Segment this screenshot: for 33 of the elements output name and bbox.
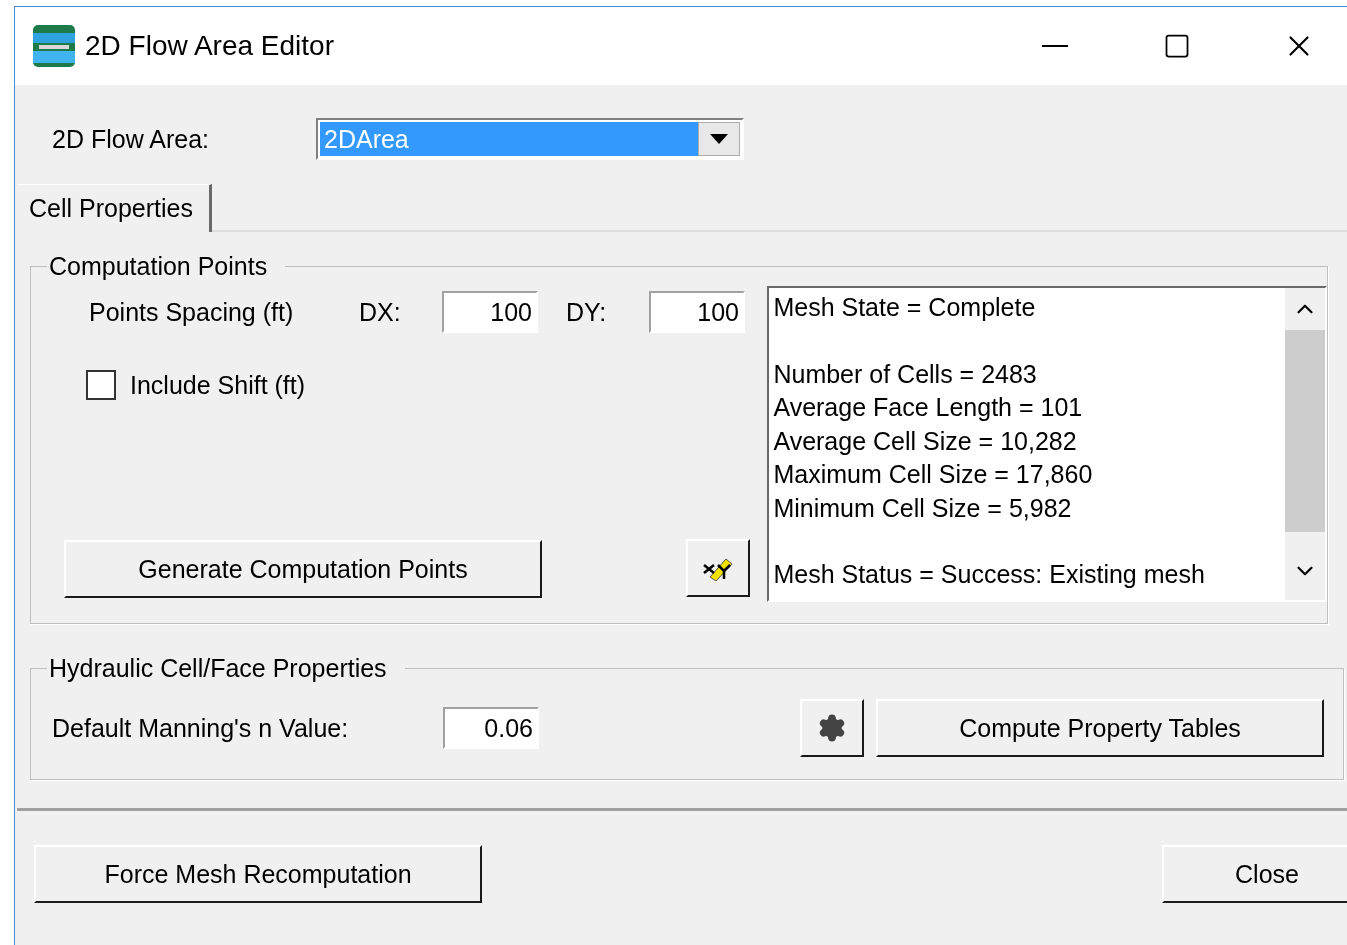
info-text: Average Cell Size = 10,282: [773, 425, 1078, 457]
field-label: 2D Flow Area:: [52, 124, 210, 154]
checkbox-label: Include Shift (ft): [130, 370, 306, 400]
generate-button[interactable]: Generate Computation Points: [64, 540, 542, 598]
group-title: Hydraulic Cell/Face Properties: [48, 654, 388, 683]
field-label: Points Spacing (ft): [89, 297, 295, 327]
dx-input[interactable]: 100: [442, 291, 538, 333]
tab[interactable]: Cell Properties: [17, 184, 212, 232]
checkbox[interactable]: [86, 370, 116, 400]
compute-button[interactable]: Compute Property Tables: [876, 699, 1324, 757]
info-text: Mesh Status = Success: Existing mesh: [773, 559, 1206, 590]
field-label: Default Manning's n Value:: [52, 713, 350, 743]
coordinates-button[interactable]: [686, 539, 750, 597]
mannings-input[interactable]: 0.06: [443, 707, 539, 749]
info-text: Minimum Cell Size = 5,982: [773, 492, 1073, 524]
minimize-icon: [1042, 45, 1068, 47]
action-button[interactable]: Close: [1162, 845, 1347, 903]
field-label: DY:: [566, 297, 608, 327]
field-label: DX:: [359, 297, 402, 327]
info-text: Maximum Cell Size = 17,860: [773, 459, 1094, 490]
app-icon: [33, 25, 75, 67]
dropdown-arrow-icon: [710, 134, 728, 144]
action-button[interactable]: Force Mesh Recomputation: [34, 845, 482, 903]
dy-input[interactable]: 100: [649, 291, 745, 333]
settings-icon: [817, 713, 847, 743]
info-text: Mesh State = Complete: [773, 292, 1037, 323]
settings-button[interactable]: [800, 699, 864, 757]
info-text: Average Face Length = 101: [773, 392, 1084, 423]
maximize-icon: [1163, 32, 1191, 60]
scrollbar[interactable]: [1285, 288, 1325, 600]
window-title: 2D Flow Area Editor: [85, 30, 335, 62]
group-title: Computation Points: [48, 252, 269, 281]
info-text: Number of Cells = 2483: [773, 358, 1038, 390]
